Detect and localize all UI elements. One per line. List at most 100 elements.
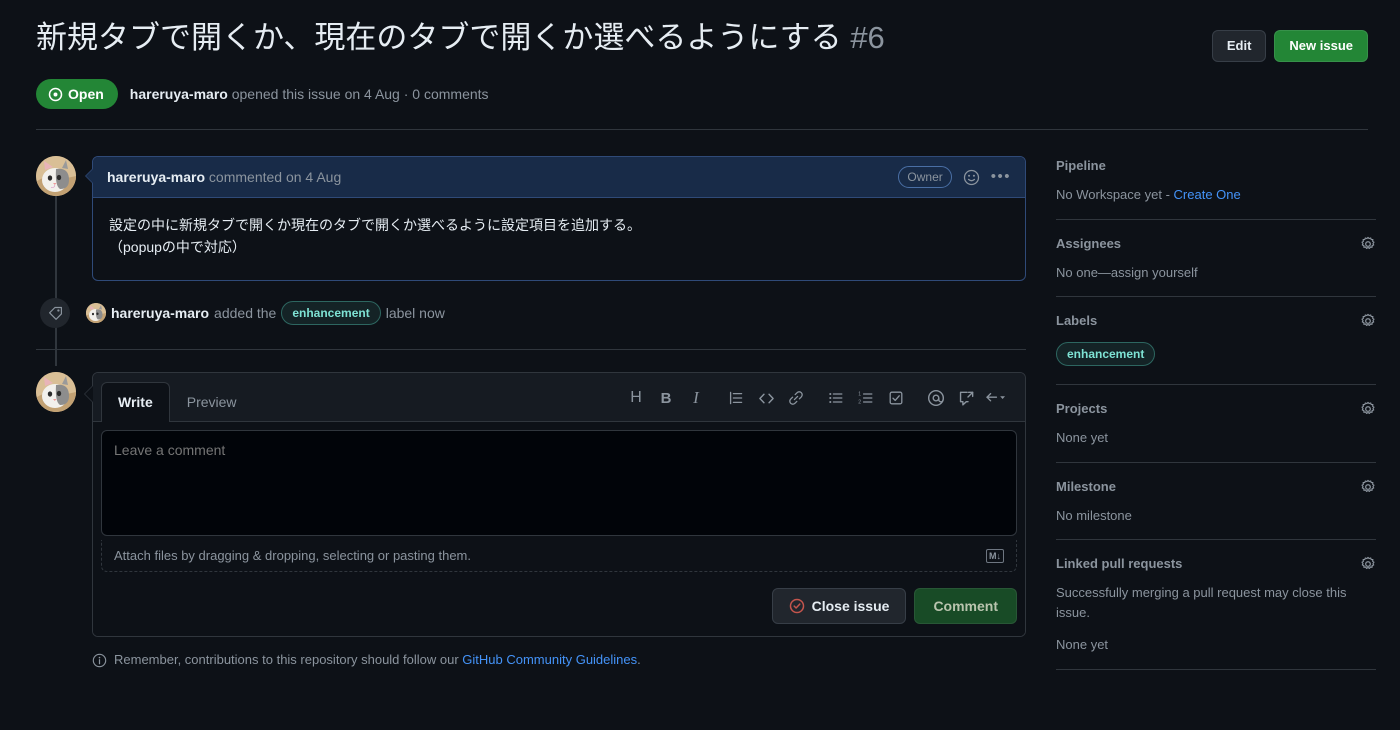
sidebar-divider-5: [1056, 539, 1376, 540]
sidebar-divider-2: [1056, 296, 1376, 297]
issue-title-text: 新規タブで開くか、現在のタブで開くか選べるようにする: [36, 20, 842, 55]
event-author[interactable]: hareruya-maro: [111, 303, 209, 324]
sidebar-assignees-value[interactable]: No one—assign yourself: [1056, 263, 1376, 283]
saved-reply-icon[interactable]: [981, 384, 1011, 412]
tab-write[interactable]: Write: [101, 382, 170, 423]
header-actions: Edit New issue: [1211, 18, 1368, 62]
quote-icon[interactable]: [721, 384, 751, 412]
comment-timestamp: commented on 4 Aug: [205, 168, 342, 185]
avatar[interactable]: [36, 156, 76, 196]
cross-reference-icon[interactable]: [951, 384, 981, 412]
closed-issue-icon: [789, 598, 805, 614]
footer-note-text: Remember, contributions to this reposito…: [114, 650, 641, 670]
composer-avatar[interactable]: [36, 372, 76, 413]
event-avatar[interactable]: [86, 303, 106, 324]
task-list-icon[interactable]: [881, 384, 911, 412]
comment-menu-icon[interactable]: •••: [991, 169, 1011, 184]
comment-author-line: hareruya-maro commented on 4 Aug: [107, 167, 341, 188]
event-text: hareruya-maro added the enhancement labe…: [86, 301, 445, 326]
sidebar-linked-prs-description: Successfully merging a pull request may …: [1056, 585, 1347, 620]
close-issue-label: Close issue: [811, 598, 890, 615]
comment-box: hareruya-maro commented on 4 Aug Owner •…: [85, 156, 1026, 282]
sidebar-labels-value: enhancement: [1056, 342, 1376, 366]
community-guidelines-link[interactable]: GitHub Community Guidelines: [462, 652, 637, 667]
attach-files-bar[interactable]: Attach files by dragging & dropping, sel…: [101, 540, 1017, 573]
sidebar-linked-prs-value: None yet: [1056, 637, 1109, 652]
projects-gear-icon[interactable]: [1360, 401, 1376, 417]
ordered-list-icon[interactable]: 1 2: [851, 384, 881, 412]
markdown-icon[interactable]: M↓: [986, 548, 1004, 563]
comment-composer-row: Write Preview H B I 1 2 Leave a comment …: [36, 372, 1026, 638]
event-label-chip[interactable]: enhancement: [281, 301, 381, 326]
sidebar-divider-1: [1056, 218, 1376, 220]
tag-icon: [40, 298, 70, 329]
composer-tabs: Write Preview: [101, 381, 254, 423]
svg-text:1: 1: [858, 392, 861, 398]
comment-author[interactable]: hareruya-maro: [107, 169, 205, 185]
sidebar-assignees-title: Assignees: [1056, 235, 1122, 251]
composer-inner: Write Preview H B I 1 2 Leave a comment …: [92, 372, 1026, 638]
sidebar-section-pipeline: Pipeline No Workspace yet - Create One: [1056, 156, 1376, 219]
assignees-gear-icon[interactable]: [1360, 236, 1376, 252]
bold-icon[interactable]: B: [651, 384, 681, 412]
comment-text-line-1: 設定の中に新規タブで開くか現在のタブで開くか選べるように設定項目を追加する。: [109, 217, 641, 233]
add-reaction-icon[interactable]: [963, 169, 980, 186]
milestone-gear-icon[interactable]: [1360, 479, 1376, 495]
sidebar-pipeline-value: No Workspace yet - Create One: [1056, 185, 1376, 205]
issue-number: #6: [850, 20, 885, 55]
comment-composer: Write Preview H B I 1 2 Leave a comment …: [84, 372, 1026, 638]
sidebar-pipeline-title-row: Pipeline: [1056, 156, 1376, 176]
tab-preview[interactable]: Preview: [170, 382, 254, 422]
issue-author[interactable]: hareruya-maro: [130, 86, 228, 102]
sidebar-divider-6: [1056, 668, 1376, 670]
new-issue-button[interactable]: New issue: [1274, 30, 1368, 62]
composer-avatar-image: [36, 372, 76, 413]
header-divider: [36, 129, 1368, 130]
event-suffix-text: label now: [385, 304, 445, 321]
sidebar-section-milestone: Milestone No milestone: [1056, 477, 1376, 540]
comment-button[interactable]: Comment: [914, 588, 1017, 625]
code-icon[interactable]: [751, 384, 781, 412]
timeline-comment: hareruya-maro commented on 4 Aug Owner •…: [36, 156, 1026, 282]
page-header: 新規タブで開くか、現在のタブで開くか選べるようにする #6 Edit New i…: [0, 0, 1400, 109]
sidebar-section-assignees: Assignees No one—assign yourself: [1056, 234, 1376, 297]
markdown-toolbar: H B I 1 2: [621, 384, 1017, 418]
heading-icon[interactable]: H: [621, 384, 651, 412]
sidebar-milestone-value: No milestone: [1056, 507, 1132, 523]
issue-meta-text: hareruya-maro opened this issue on 4 Aug…: [130, 84, 489, 105]
comment-text-line-2: （popupの中で対応）: [109, 238, 246, 255]
mention-icon[interactable]: [921, 384, 951, 412]
sidebar-pipeline-title: Pipeline: [1056, 158, 1106, 173]
linked-prs-gear-icon[interactable]: [1360, 556, 1376, 572]
sidebar-section-linked-pull-requests: Linked pull requests Successfully mergin…: [1056, 554, 1376, 669]
owner-badge: Owner: [898, 166, 952, 188]
edit-button[interactable]: Edit: [1211, 30, 1267, 62]
sidebar-divider-3: [1056, 384, 1376, 385]
body-wrap: hareruya-maro commented on 4 Aug Owner •…: [0, 156, 1400, 684]
open-issue-icon: [48, 87, 63, 102]
title-row: 新規タブで開くか、現在のタブで開くか選べるようにする #6 Edit New i…: [36, 18, 1368, 62]
sidebar-label-chip[interactable]: enhancement: [1056, 342, 1156, 366]
avatar-image: [36, 156, 76, 196]
sidebar-labels-title-row: Labels: [1056, 311, 1376, 331]
unordered-list-icon[interactable]: [821, 384, 851, 412]
sidebar-projects-value: None yet: [1056, 430, 1109, 445]
pipeline-value-prefix: No Workspace yet -: [1056, 187, 1174, 202]
sidebar-linked-prs-title-row: Linked pull requests: [1056, 554, 1376, 574]
create-workspace-link[interactable]: Create One: [1174, 187, 1241, 202]
footer-note-period: .: [637, 652, 641, 668]
labels-gear-icon[interactable]: [1360, 313, 1376, 329]
close-issue-button[interactable]: Close issue: [771, 588, 907, 625]
comment-input[interactable]: [101, 430, 1017, 537]
link-icon[interactable]: [781, 384, 811, 412]
italic-icon[interactable]: I: [681, 384, 711, 412]
issue-meta: Open hareruya-maro opened this issue on …: [36, 79, 1368, 109]
event-action-text: added the: [214, 304, 277, 321]
community-guidelines-note: Remember, contributions to this reposito…: [92, 650, 1026, 670]
footer-note-prefix: Remember, contributions to this reposito…: [114, 652, 463, 668]
composer-tabs-row: Write Preview H B I 1 2: [93, 373, 1025, 423]
status-badge: Open: [36, 79, 118, 109]
textarea-wrap: [93, 422, 1025, 542]
event-avatar-image: [86, 303, 106, 324]
sidebar-milestone-title-row: Milestone: [1056, 477, 1376, 497]
